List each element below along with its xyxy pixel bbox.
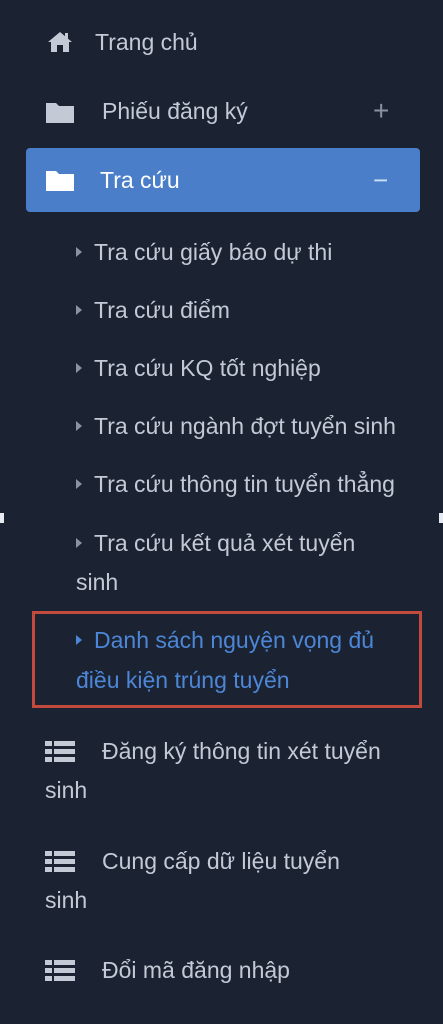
menu-item-register-info-label: Đăng ký thông tin xét tuyển [102, 738, 381, 764]
submenu-item-majors[interactable]: Tra cứu ngành đợt tuyển sinh [76, 411, 396, 441]
submenu-item-admission-result-line2[interactable]: sinh [76, 567, 118, 597]
left-edge-marker [0, 513, 4, 523]
sidebar-menu: Trang chủ Phiếu đăng ký + Tra cứu − Tra … [0, 0, 443, 1024]
submenu-item-eligible-list-line2[interactable]: điều kiện trúng tuyển [76, 665, 290, 695]
menu-item-lookup[interactable] [26, 148, 420, 212]
menu-item-home-label: Trang chủ [95, 29, 198, 55]
home-icon [48, 32, 72, 52]
expand-toggle-icon[interactable]: + [373, 96, 389, 126]
folder-open-icon [46, 171, 74, 191]
menu-item-registration-label: Phiếu đăng ký [102, 98, 248, 124]
submenu-item-exam-notice[interactable]: Tra cứu giấy báo dự thi [76, 237, 332, 267]
submenu-item-graduation[interactable]: Tra cứu KQ tốt nghiệp [76, 353, 321, 383]
right-edge-marker [439, 513, 443, 523]
caret-right-icon [76, 246, 82, 257]
caret-right-icon [76, 478, 82, 489]
submenu-item-scores[interactable]: Tra cứu điểm [76, 295, 230, 325]
menu-item-provide-data-label: Cung cấp dữ liệu tuyển [102, 848, 340, 874]
caret-right-icon [76, 420, 82, 431]
list-icon [45, 960, 75, 981]
menu-item-lookup-label: Tra cứu [100, 167, 180, 193]
menu-item-register-info-label-line2: sinh [45, 777, 88, 803]
folder-icon [46, 103, 74, 123]
caret-right-icon [76, 634, 82, 645]
menu-item-provide-data-label-line2: sinh [45, 887, 88, 913]
caret-right-icon [76, 362, 82, 373]
caret-right-icon [76, 537, 82, 548]
list-icon [45, 741, 75, 762]
list-icon [45, 851, 75, 872]
menu-item-change-password-label: Đổi mã đăng nhập [102, 957, 290, 983]
submenu-item-admission-result[interactable]: Tra cứu kết quả xét tuyển [76, 528, 355, 558]
submenu-item-eligible-list[interactable]: Danh sách nguyện vọng đủ [76, 625, 374, 655]
submenu-item-direct-admission[interactable]: Tra cứu thông tin tuyển thẳng [76, 469, 395, 499]
collapse-toggle-icon[interactable]: − [373, 165, 388, 195]
caret-right-icon [76, 304, 82, 315]
